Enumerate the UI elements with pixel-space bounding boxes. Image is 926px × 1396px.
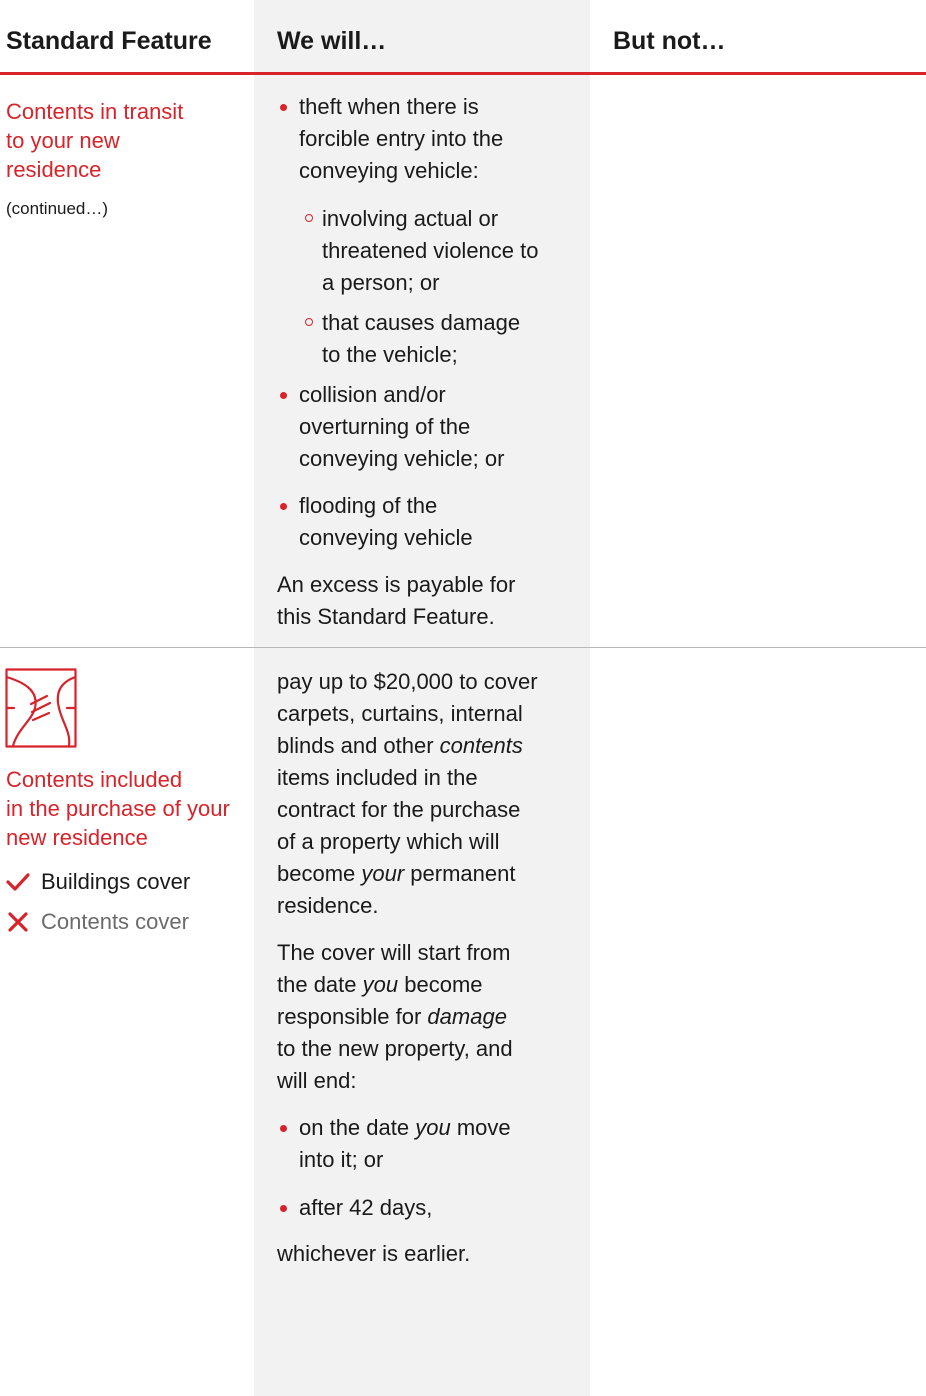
- buildings-cover-label: Buildings cover: [41, 869, 191, 894]
- contents-cover-indicator: Contents cover: [6, 908, 189, 936]
- text-line: residence.: [277, 893, 379, 918]
- text-span: responsible for: [277, 1004, 428, 1029]
- text-line: The cover will start from: [277, 940, 511, 965]
- row-divider: [0, 647, 926, 648]
- curtains-icon: [5, 668, 77, 753]
- row2-feature-title: Contents included in the purchase of you…: [6, 765, 230, 852]
- row2-bullet-move-in: on the date you move into it; or: [299, 1112, 511, 1176]
- bullet-line: into it; or: [299, 1147, 384, 1172]
- buildings-cover-indicator: Buildings cover: [6, 868, 190, 896]
- bullet-line: collision and/or: [299, 382, 446, 407]
- bullet-dot: [280, 392, 287, 399]
- contents-cover-label: Contents cover: [41, 909, 189, 934]
- row1-feature-line: to your new: [6, 128, 120, 153]
- header-we-will: We will…: [277, 27, 387, 55]
- text-line: will end:: [277, 1068, 357, 1093]
- bullet-line: conveying vehicle:: [299, 158, 479, 183]
- row2-start-end-paragraph: The cover will start from the date you b…: [277, 937, 577, 1097]
- row1-sub-bullet-violence: involving actual or threatened violence …: [322, 203, 539, 299]
- text-span: permanent: [404, 861, 516, 886]
- row1-bullet-collision: collision and/or overturning of the conv…: [299, 379, 504, 475]
- sub-bullet-ring: [305, 318, 313, 326]
- text-line: An excess is payable for: [277, 572, 516, 597]
- text-span: become: [398, 972, 483, 997]
- text-span: become: [277, 861, 362, 886]
- defined-term: contents: [439, 733, 523, 758]
- bullet-line: a person; or: [322, 270, 440, 295]
- row2-bullet-42-days: after 42 days,: [299, 1195, 433, 1220]
- text-line: items included in the: [277, 765, 478, 790]
- bullet-line: to the vehicle;: [322, 342, 458, 367]
- defined-term: your: [361, 861, 405, 886]
- bullet-line: that causes damage: [322, 310, 521, 335]
- bullet-line: conveying vehicle; or: [299, 446, 505, 471]
- bullet-line: flooding of the: [299, 493, 438, 518]
- text-span: blinds and other: [277, 733, 440, 758]
- row1-sub-bullet-damage: that causes damage to the vehicle;: [322, 307, 520, 371]
- text-line: carpets, curtains, internal: [277, 701, 523, 726]
- header-standard-feature: Standard Feature: [6, 27, 212, 55]
- sub-bullet-ring: [305, 214, 313, 222]
- text-line: this Standard Feature.: [277, 604, 495, 629]
- text-line: to the new property, and: [277, 1036, 513, 1061]
- text-span: on the date: [299, 1115, 416, 1140]
- row1-continued-note: (continued…): [6, 199, 109, 218]
- row1-excess-note: An excess is payable for this Standard F…: [277, 569, 577, 633]
- text-line: contract for the purchase: [277, 797, 521, 822]
- row2-cover-paragraph: pay up to $20,000 to cover carpets, curt…: [277, 666, 577, 922]
- bullet-dot: [280, 1125, 287, 1132]
- defined-term: damage: [427, 1004, 507, 1029]
- text-line: become your permanent: [277, 858, 577, 890]
- row1-bullet-theft: theft when there is forcible entry into …: [299, 91, 503, 187]
- bullet-line: on the date you move: [299, 1112, 511, 1144]
- header-divider: [0, 72, 926, 75]
- bullet-line: involving actual or: [322, 206, 499, 231]
- text-line: blinds and other contents: [277, 730, 577, 762]
- row1-feature-line: residence: [6, 157, 102, 182]
- text-line: responsible for damage: [277, 1001, 577, 1033]
- bullet-line: conveying vehicle: [299, 525, 473, 550]
- row1-feature-title: Contents in transit to your new residenc…: [6, 97, 183, 184]
- text-span: the date: [277, 972, 363, 997]
- row2-feature-line: in the purchase of your: [6, 796, 230, 821]
- bullet-dot: [280, 104, 287, 111]
- cross-icon: [8, 912, 28, 932]
- row2-feature-line: Contents included: [6, 767, 183, 792]
- defined-term: you: [415, 1115, 451, 1140]
- text-line: of a property which will: [277, 829, 500, 854]
- text-line: pay up to $20,000 to cover: [277, 669, 538, 694]
- header-but-not: But not…: [613, 27, 726, 55]
- bullet-line: theft when there is: [299, 94, 479, 119]
- row1-bullet-flooding: flooding of the conveying vehicle: [299, 490, 473, 554]
- bullet-line: forcible entry into the: [299, 126, 504, 151]
- row2-feature-line: new residence: [6, 825, 148, 850]
- text-line: the date you become: [277, 969, 577, 1001]
- bullet-dot: [280, 503, 287, 510]
- bullet-dot: [280, 1205, 287, 1212]
- row1-feature-line: Contents in transit: [6, 99, 184, 124]
- bullet-line: threatened violence to: [322, 238, 539, 263]
- check-icon: [6, 873, 30, 891]
- text-span: move: [450, 1115, 511, 1140]
- defined-term: you: [362, 972, 399, 997]
- row2-closing-text: whichever is earlier.: [277, 1241, 471, 1266]
- bullet-line: overturning of the: [299, 414, 471, 439]
